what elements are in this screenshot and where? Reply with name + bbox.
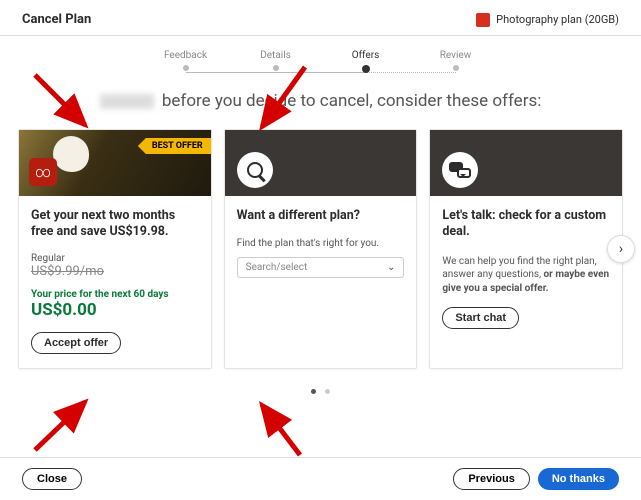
card-hero-dark xyxy=(430,130,622,196)
page-title: Cancel Plan xyxy=(22,12,91,27)
chevron-right-icon: › xyxy=(619,241,623,257)
offer-cards-row: ∞ BEST OFFER Get your next two months fr… xyxy=(0,129,641,369)
previous-button[interactable]: Previous xyxy=(453,468,529,490)
plan-name: Photography plan (20GB) xyxy=(496,13,619,26)
regular-label: Regular xyxy=(31,253,199,264)
plan-select-dropdown[interactable]: Search/select ⌄ xyxy=(237,257,405,278)
plan-badge: Photography plan (20GB) xyxy=(476,13,619,27)
card-different-plan: Want a different plan? Find the plan tha… xyxy=(224,129,418,369)
offer-price: US$0.00 xyxy=(31,300,199,320)
carousel-dot-2[interactable] xyxy=(325,389,330,394)
accept-offer-button[interactable]: Accept offer xyxy=(31,332,121,354)
regular-price-strikethrough: US$9.99/mo xyxy=(31,264,199,279)
modal-footer: Close Previous No thanks xyxy=(0,457,641,500)
step-review: Review xyxy=(411,50,501,71)
plan-icon xyxy=(476,13,490,27)
modal-header: Cancel Plan Photography plan (20GB) xyxy=(0,0,641,36)
chat-icon xyxy=(442,152,478,188)
step-details: Details xyxy=(231,50,321,71)
flower-image xyxy=(53,136,89,172)
progress-stepper: Feedback Details Offers Review xyxy=(0,36,641,79)
carousel-next-button[interactable]: › xyxy=(607,235,635,263)
switch-plan-subtitle: Find the plan that's right for you. xyxy=(237,238,405,249)
card-hero-dark xyxy=(225,130,417,196)
offer-title: Get your next two months free and save U… xyxy=(31,208,199,241)
cancel-plan-modal: Cancel Plan Photography plan (20GB) Feed… xyxy=(0,0,641,500)
blurred-name xyxy=(100,94,154,109)
card-hero-image: ∞ BEST OFFER xyxy=(19,130,211,196)
creative-cloud-icon: ∞ xyxy=(29,158,57,186)
step-offers: Offers xyxy=(321,50,411,73)
best-offer-ribbon: BEST OFFER xyxy=(138,138,211,154)
chat-help-text: We can help you find the right plan, ans… xyxy=(442,255,610,296)
close-button[interactable]: Close xyxy=(22,468,82,490)
card-best-offer: ∞ BEST OFFER Get your next two months fr… xyxy=(18,129,212,369)
card-chat-deal: Let's talk: check for a custom deal. We … xyxy=(429,129,623,369)
step-feedback: Feedback xyxy=(141,50,231,71)
price-note: Your price for the next 60 days xyxy=(31,289,199,300)
search-icon xyxy=(237,152,273,188)
carousel-dot-1[interactable] xyxy=(311,389,316,394)
switch-plan-title: Want a different plan? xyxy=(237,208,405,224)
chevron-down-icon: ⌄ xyxy=(387,262,395,273)
main-heading: before you decide to cancel, consider th… xyxy=(0,79,641,129)
no-thanks-button[interactable]: No thanks xyxy=(538,468,619,490)
chat-title: Let's talk: check for a custom deal. xyxy=(442,208,610,241)
start-chat-button[interactable]: Start chat xyxy=(442,307,519,329)
plan-select-placeholder: Search/select xyxy=(246,262,308,273)
carousel-dots xyxy=(0,369,641,402)
